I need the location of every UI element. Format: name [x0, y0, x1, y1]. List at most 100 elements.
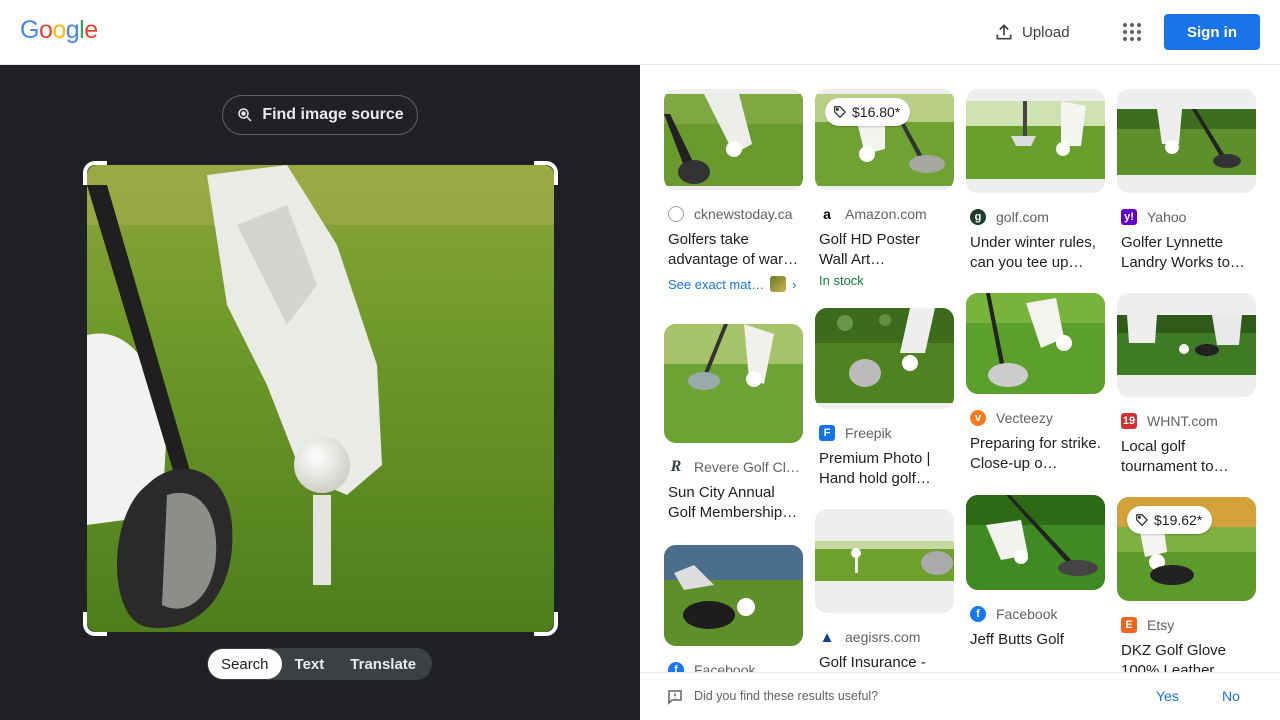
result-thumbnail: $16.80*: [815, 89, 954, 190]
result-card[interactable]: R Revere Golf Cl… Sun City Annual Golf M…: [664, 324, 803, 523]
results-column: y! Yahoo Golfer Lynnette Landry Works to…: [1117, 89, 1256, 672]
result-thumbnail: [664, 545, 803, 646]
price-value: $16.80*: [852, 104, 901, 120]
tab-text[interactable]: Text: [282, 649, 338, 679]
result-title: Jeff Butts Golf: [970, 631, 1064, 648]
sign-in-button[interactable]: Sign in: [1164, 14, 1260, 50]
price-tag-icon: [1136, 514, 1149, 527]
result-thumbnail: [966, 89, 1105, 193]
lens-query-panel: Find image source Search Text Translate: [0, 65, 640, 720]
exact-label: See exact mat…: [668, 276, 765, 292]
crop-handle-top-left[interactable]: [83, 161, 107, 185]
result-title: Golfers take advantage of war…: [668, 231, 799, 268]
source-name: WHNT.com: [1147, 413, 1218, 429]
results-column: cknewstoday.ca Golfers take advantage of…: [664, 89, 803, 672]
whnt-icon: 19: [1121, 413, 1137, 429]
visual-matches: cknewstoday.ca Golfers take advantage of…: [640, 65, 1280, 672]
result-card[interactable]: g golf.com Under winter rules, can you t…: [966, 89, 1105, 273]
lens-mode-tabs: Search Text Translate: [207, 648, 432, 680]
facebook-icon: f: [970, 606, 986, 622]
apps-grid-icon: [1123, 23, 1141, 41]
result-source: F Freepik: [815, 423, 954, 443]
result-card[interactable]: f Facebook: [664, 545, 803, 672]
result-thumbnail: [1117, 89, 1256, 193]
result-source: R Revere Golf Cl…: [664, 457, 803, 477]
source-name: Yahoo: [1147, 209, 1187, 225]
result-thumbnail: [966, 495, 1105, 590]
see-exact-matches-link[interactable]: See exact mat… ›: [664, 276, 803, 292]
revere-icon: R: [670, 458, 682, 475]
golf-com-icon: g: [970, 209, 986, 225]
result-source: cknewstoday.ca: [664, 204, 803, 224]
source-name: Freepik: [845, 425, 892, 441]
logo-letter: e: [84, 16, 98, 44]
result-card[interactable]: v Vecteezy Preparing for strike. Close-u…: [966, 293, 1105, 474]
result-thumbnail: [966, 293, 1105, 394]
result-thumbnail: [664, 324, 803, 443]
result-thumbnail: [815, 509, 954, 613]
result-thumbnail: [815, 308, 954, 409]
result-card[interactable]: cknewstoday.ca Golfers take advantage of…: [664, 89, 803, 292]
spiral-icon: [668, 206, 684, 222]
result-card[interactable]: y! Yahoo Golfer Lynnette Landry Works to…: [1117, 89, 1256, 273]
result-thumbnail: $19.62*: [1117, 497, 1256, 601]
price-value: $19.62*: [1154, 512, 1203, 528]
feedback-no-button[interactable]: No: [1222, 688, 1240, 704]
logo-letter: g: [65, 16, 80, 44]
vecteezy-icon: v: [970, 410, 986, 426]
result-title: Under winter rules, can you tee up…: [970, 234, 1096, 271]
result-source: E Etsy: [1117, 615, 1256, 635]
source-name: Facebook: [996, 606, 1058, 622]
result-card[interactable]: f Facebook Jeff Butts Golf: [966, 495, 1105, 650]
logo-letter: o: [38, 16, 53, 44]
aegis-icon: ▲: [819, 628, 835, 646]
yahoo-icon: y!: [1121, 209, 1137, 225]
result-source: g golf.com: [966, 207, 1105, 227]
source-name: Facebook: [694, 662, 756, 672]
crop-selection[interactable]: [83, 161, 558, 636]
google-logo[interactable]: Google: [20, 16, 98, 45]
tab-translate[interactable]: Translate: [337, 649, 429, 679]
find-image-source-button[interactable]: Find image source: [222, 95, 418, 135]
etsy-icon: E: [1121, 617, 1137, 633]
result-title: DKZ Golf Glove 100% Leather…: [1121, 642, 1230, 672]
facebook-icon: f: [668, 662, 684, 672]
tab-search[interactable]: Search: [208, 649, 282, 679]
apps-button[interactable]: [1116, 16, 1148, 48]
result-card[interactable]: ▲ aegisrs.com Golf Insurance -: [815, 509, 954, 672]
query-image: [87, 165, 554, 632]
header: Google Upload Sign in: [0, 0, 1280, 65]
result-title: Sun City Annual Golf Membership…: [668, 484, 798, 521]
upload-button[interactable]: Upload: [984, 14, 1080, 50]
exact-match-thumb: [770, 276, 787, 292]
upload-icon: [996, 24, 1012, 40]
crop-handle-bottom-right[interactable]: [534, 612, 558, 636]
crop-handle-bottom-left[interactable]: [83, 612, 107, 636]
result-thumbnail: [664, 89, 803, 190]
freepik-icon: F: [819, 425, 835, 441]
result-card[interactable]: F Freepik Premium Photo | Hand hold golf…: [815, 308, 954, 489]
result-source: f Facebook: [966, 604, 1105, 624]
result-card[interactable]: 19 WHNT.com Local golf tournament to…: [1117, 293, 1256, 477]
feedback-icon: [668, 690, 682, 705]
logo-letter: G: [20, 16, 39, 44]
result-source: v Vecteezy: [966, 408, 1105, 428]
result-thumbnail: [1117, 293, 1256, 397]
result-source: f Facebook: [664, 660, 803, 672]
price-chip: $16.80*: [825, 98, 911, 126]
feedback-yes-button[interactable]: Yes: [1156, 688, 1179, 704]
feedback-bar: Did you find these results useful? Yes N…: [640, 672, 1280, 720]
price-chip: $19.62*: [1127, 506, 1213, 534]
result-card[interactable]: $16.80* a Amazon.com Golf HD Poster Wall…: [815, 89, 954, 288]
result-card[interactable]: $19.62* E Etsy DKZ Golf Glove 100% Leath…: [1117, 497, 1256, 672]
upload-label: Upload: [1022, 23, 1070, 41]
result-title: Premium Photo | Hand hold golf ba…: [819, 450, 931, 487]
source-name: Revere Golf Cl…: [694, 459, 800, 475]
crop-handle-top-right[interactable]: [534, 161, 558, 185]
source-name: Vecteezy: [996, 410, 1053, 426]
result-source: ▲ aegisrs.com: [815, 627, 954, 647]
result-title: Golfer Lynnette Landry Works to…: [1121, 234, 1245, 271]
source-name: aegisrs.com: [845, 629, 921, 645]
logo-letter: o: [52, 16, 66, 44]
results-column: $16.80* a Amazon.com Golf HD Poster Wall…: [815, 89, 954, 672]
